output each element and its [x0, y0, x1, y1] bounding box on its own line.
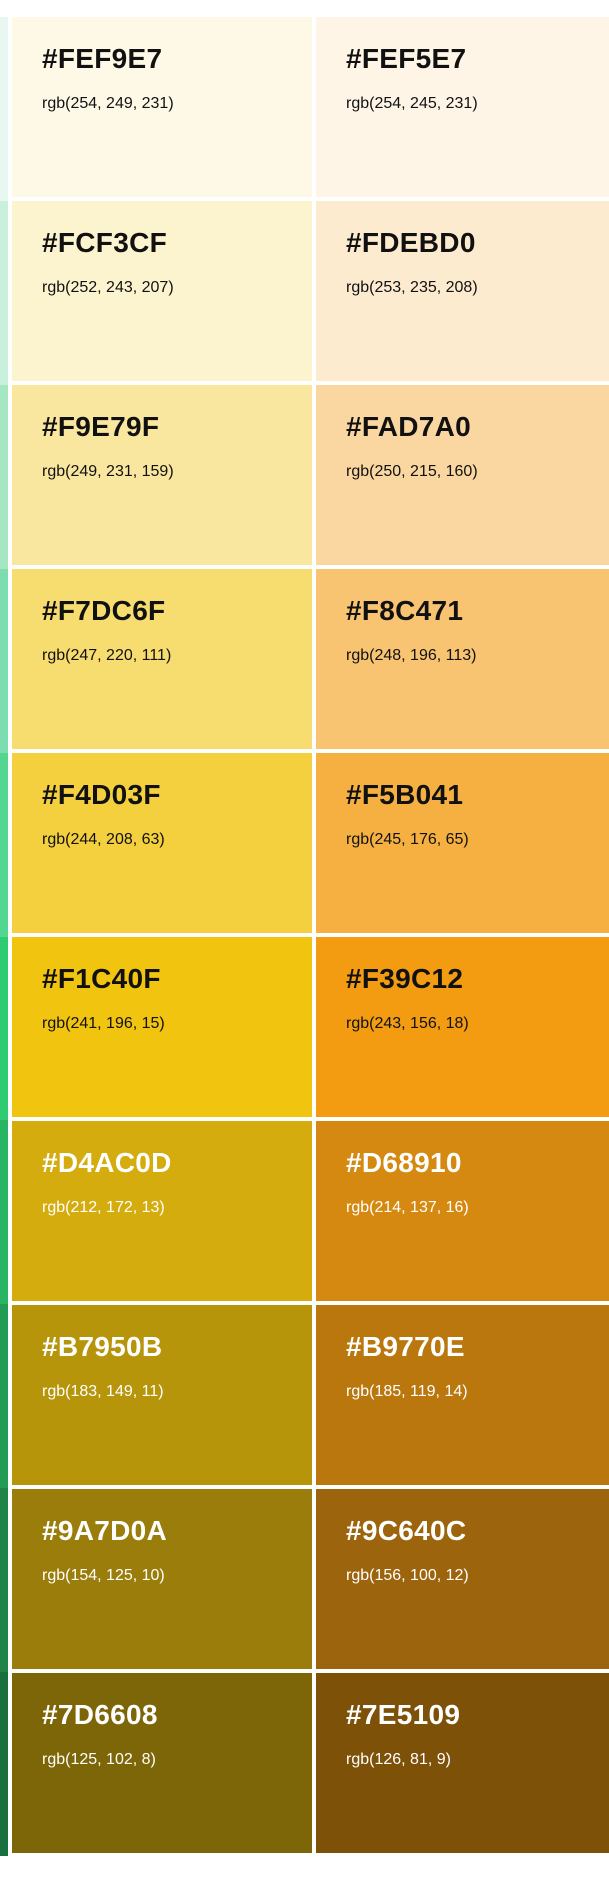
color-swatch[interactable]: #F39C12 rgb(243, 156, 18) [316, 937, 609, 1117]
edge-swatch-segment [0, 384, 8, 569]
swatch-hex-code: #F9E79F [42, 411, 160, 442]
color-swatch[interactable]: #F8C471 rgb(248, 196, 113) [316, 569, 609, 749]
color-swatch[interactable]: #F5B041 rgb(245, 176, 65) [316, 753, 609, 933]
edge-swatch-segment [0, 1120, 8, 1305]
swatch-rgb-value: rgb(247, 220, 111) [42, 647, 172, 664]
swatch-rgb-value: rgb(154, 125, 10) [42, 1567, 165, 1584]
swatch-rgb-value: rgb(250, 215, 160) [346, 463, 478, 480]
swatch-hex-code: #9A7D0A [42, 1515, 168, 1546]
neighbor-palette-edge [0, 17, 8, 1857]
color-swatch[interactable]: #7D6608 rgb(125, 102, 8) [12, 1673, 312, 1853]
color-swatch-grid: #FEF9E7 rgb(254, 249, 231) #FEF5E7 rgb(254,… [12, 17, 609, 1853]
color-swatch[interactable]: #FEF5E7 rgb(254, 245, 231) [316, 17, 609, 197]
edge-swatch-segment [0, 1672, 8, 1857]
swatch-hex-code: #FEF9E7 [42, 43, 163, 74]
color-swatch[interactable]: #D68910 rgb(214, 137, 16) [316, 1121, 609, 1301]
swatch-hex-code: #B9770E [346, 1331, 465, 1362]
color-swatch[interactable]: #B7950B rgb(183, 149, 11) [12, 1305, 312, 1485]
swatch-hex-code: #D4AC0D [42, 1147, 172, 1178]
color-swatch[interactable]: #B9770E rgb(185, 119, 14) [316, 1305, 609, 1485]
swatch-rgb-value: rgb(252, 243, 207) [42, 279, 174, 296]
edge-swatch-segment [0, 17, 8, 201]
swatch-hex-code: #FCF3CF [42, 227, 167, 258]
swatch-hex-code: #D68910 [346, 1147, 462, 1178]
edge-swatch-segment [0, 200, 8, 385]
color-swatch[interactable]: #D4AC0D rgb(212, 172, 13) [12, 1121, 312, 1301]
swatch-hex-code: #FEF5E7 [346, 43, 467, 74]
swatch-rgb-value: rgb(212, 172, 13) [42, 1199, 165, 1216]
color-swatch[interactable]: #F4D03F rgb(244, 208, 63) [12, 753, 312, 933]
swatch-hex-code: #7D6608 [42, 1699, 158, 1730]
swatch-rgb-value: rgb(125, 102, 8) [42, 1751, 156, 1768]
swatch-hex-code: #B7950B [42, 1331, 163, 1362]
swatch-hex-code: #F4D03F [42, 779, 161, 810]
swatch-hex-code: #FAD7A0 [346, 411, 472, 442]
edge-swatch-segment [0, 1488, 8, 1673]
swatch-rgb-value: rgb(244, 208, 63) [42, 831, 165, 848]
swatch-rgb-value: rgb(214, 137, 16) [346, 1199, 469, 1216]
swatch-rgb-value: rgb(243, 156, 18) [346, 1015, 469, 1032]
swatch-rgb-value: rgb(183, 149, 11) [42, 1383, 164, 1400]
swatch-rgb-value: rgb(245, 176, 65) [346, 831, 469, 848]
swatch-rgb-value: rgb(156, 100, 12) [346, 1567, 469, 1584]
color-swatch[interactable]: #9A7D0A rgb(154, 125, 10) [12, 1489, 312, 1669]
color-swatch[interactable]: #FEF9E7 rgb(254, 249, 231) [12, 17, 312, 197]
edge-swatch-segment [0, 568, 8, 753]
color-swatch[interactable]: #F9E79F rgb(249, 231, 159) [12, 385, 312, 565]
color-swatch[interactable]: #FAD7A0 rgb(250, 215, 160) [316, 385, 609, 565]
swatch-rgb-value: rgb(185, 119, 14) [346, 1383, 468, 1400]
color-swatch[interactable]: #7E5109 rgb(126, 81, 9) [316, 1673, 609, 1853]
color-swatch[interactable]: #FCF3CF rgb(252, 243, 207) [12, 201, 312, 381]
swatch-hex-code: #F1C40F [42, 963, 161, 994]
swatch-hex-code: #7E5109 [346, 1699, 461, 1730]
swatch-rgb-value: rgb(126, 81, 9) [346, 1751, 451, 1768]
swatch-rgb-value: rgb(241, 196, 15) [42, 1015, 165, 1032]
color-swatch[interactable]: #F1C40F rgb(241, 196, 15) [12, 937, 312, 1117]
edge-swatch-segment [0, 936, 8, 1121]
edge-swatch-segment [0, 1304, 8, 1489]
color-swatch[interactable]: #9C640C rgb(156, 100, 12) [316, 1489, 609, 1669]
swatch-hex-code: #9C640C [346, 1515, 467, 1546]
color-swatch[interactable]: #F7DC6F rgb(247, 220, 111) [12, 569, 312, 749]
swatch-hex-code: #F5B041 [346, 779, 464, 810]
swatch-hex-code: #F39C12 [346, 963, 464, 994]
swatch-hex-code: #FDEBD0 [346, 227, 476, 258]
swatch-rgb-value: rgb(253, 235, 208) [346, 279, 478, 296]
color-swatch[interactable]: #FDEBD0 rgb(253, 235, 208) [316, 201, 609, 381]
swatch-rgb-value: rgb(249, 231, 159) [42, 463, 174, 480]
swatch-rgb-value: rgb(254, 245, 231) [346, 95, 478, 112]
swatch-rgb-value: rgb(254, 249, 231) [42, 95, 174, 112]
edge-swatch-segment [0, 752, 8, 937]
swatch-hex-code: #F7DC6F [42, 595, 166, 626]
swatch-rgb-value: rgb(248, 196, 113) [346, 647, 477, 664]
swatch-hex-code: #F8C471 [346, 595, 464, 626]
